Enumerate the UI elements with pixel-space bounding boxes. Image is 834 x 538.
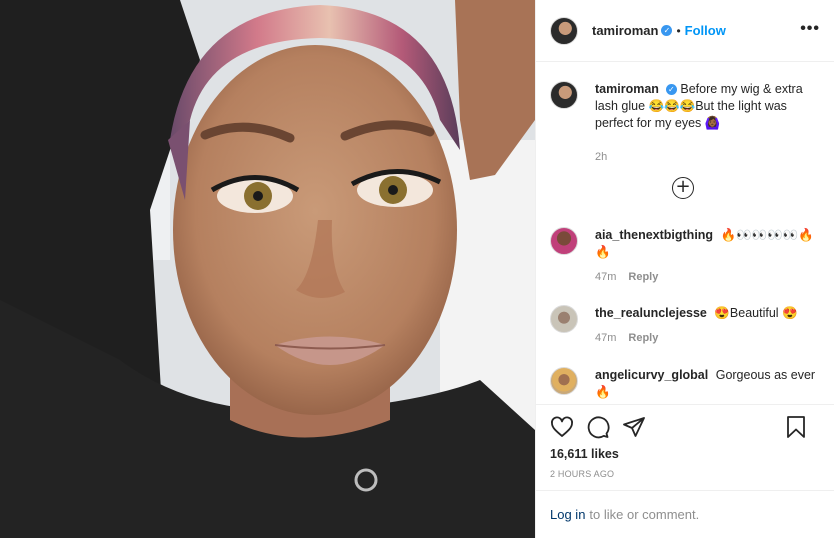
login-prompt: Log in to like or comment. [536,490,834,538]
plus-circle-icon[interactable]: + [672,177,694,199]
post-header: tamiroman ✓ • Follow ••• [536,0,834,62]
share-icon[interactable] [622,415,646,439]
comment-age: 47m [595,271,617,283]
comment-icon[interactable] [586,415,610,439]
post-photo[interactable] [0,0,535,538]
verified-badge-icon: ✓ [665,84,677,96]
bookmark-icon[interactable] [784,415,808,439]
comments-list[interactable]: tamiroman ✓ Before my wig & extra lash gl… [536,63,834,404]
avatar[interactable] [550,81,578,109]
reply-button[interactable]: Reply [628,271,658,283]
post-actions: 16,611 likes 2 HOURS AGO [536,404,834,479]
separator-dot: • [676,23,681,38]
selfie-photo [0,0,535,538]
comment-username[interactable]: aia_thenextbigthing [595,228,713,242]
list-item: the_realunclejesse 😍Beautiful 😍 47m Reply [550,305,822,347]
verified-badge-icon: ✓ [661,25,673,36]
comment-username[interactable]: the_realunclejesse [595,306,707,320]
follow-button[interactable]: Follow [685,23,726,38]
more-options-icon[interactable]: ••• [800,21,820,37]
post-side-panel: tamiroman ✓ • Follow ••• tamiroman ✓ Befo… [535,0,834,538]
login-link[interactable]: Log in [550,507,585,522]
comment-username[interactable]: angelicurvy_global [595,368,708,382]
caption-username[interactable]: tamiroman [595,82,659,96]
avatar[interactable] [550,227,578,255]
avatar[interactable] [550,367,578,395]
avatar[interactable] [550,16,578,45]
avatar[interactable] [550,305,578,333]
list-item: angelicurvy_global Gorgeous as ever 🔥 [550,367,822,401]
post-timestamp[interactable]: 2 HOURS AGO [550,469,820,479]
reply-button[interactable]: Reply [628,332,658,344]
comment-text: 😍Beautiful 😍 [714,306,798,320]
heart-icon[interactable] [550,415,574,439]
header-user: tamiroman ✓ • Follow [592,23,726,38]
caption: tamiroman ✓ Before my wig & extra lash gl… [550,81,818,166]
header-username[interactable]: tamiroman [592,23,658,38]
login-prompt-text: to like or comment. [589,507,700,522]
likes-count[interactable]: 16,611 likes [550,447,820,461]
caption-age: 2h [595,151,608,163]
comment-age: 47m [595,332,617,344]
list-item: aia_thenextbigthing 🔥👀👀👀👀🔥🔥 47m Reply [550,227,822,286]
